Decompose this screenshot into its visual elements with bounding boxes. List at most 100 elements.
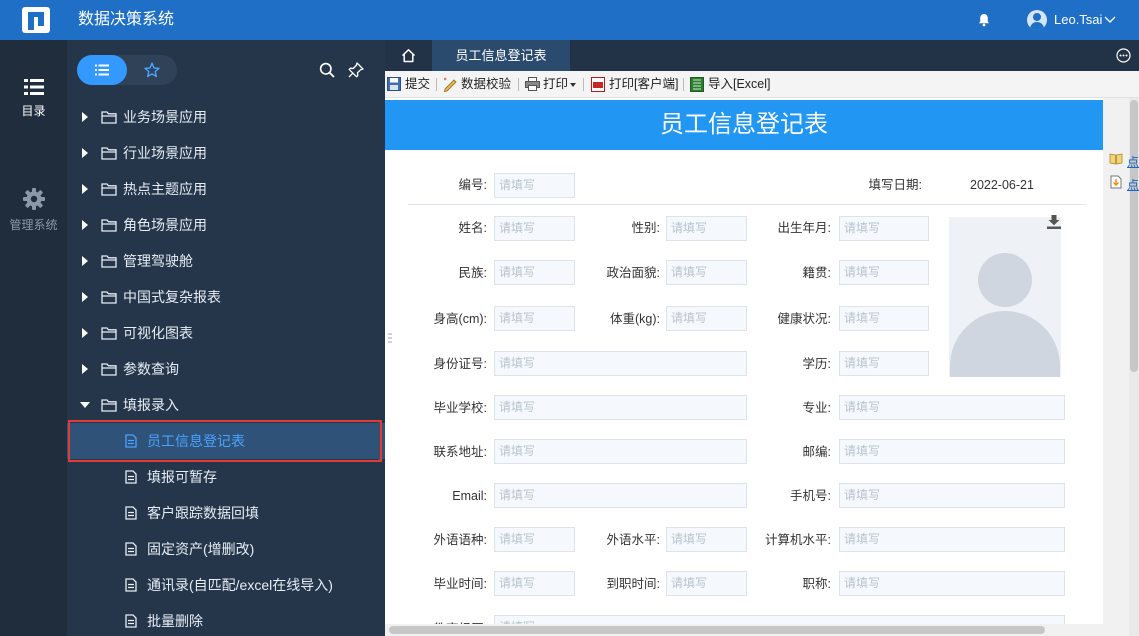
major-field[interactable]: 请填写 xyxy=(839,395,1065,420)
rail-item-catalog[interactable]: 目录 xyxy=(0,78,67,119)
tree-folder[interactable]: 业务场景应用 xyxy=(67,99,385,135)
address-field[interactable]: 请填写 xyxy=(494,439,747,464)
tree-folder[interactable]: 行业场景应用 xyxy=(67,135,385,171)
horizontal-scrollbar[interactable] xyxy=(385,624,1103,636)
tree-item[interactable]: 客户跟踪数据回填 xyxy=(67,495,385,531)
ethnicity-field[interactable]: 请填写 xyxy=(494,260,575,285)
id-number-field[interactable]: 请填写 xyxy=(494,351,747,376)
validate-button[interactable]: 数据校验 xyxy=(443,71,513,98)
height-field[interactable]: 请填写 xyxy=(494,306,575,331)
panel-splitter-handle[interactable] xyxy=(388,332,392,344)
school-field[interactable]: 请填写 xyxy=(494,395,747,420)
pin-icon[interactable] xyxy=(348,62,364,78)
print-button[interactable]: 打印 xyxy=(525,71,577,98)
label-language-level: 外语水平: xyxy=(606,533,660,547)
side-link[interactable]: 点 xyxy=(1127,153,1139,170)
label-computer-level: 计算机水平: xyxy=(765,533,831,547)
political-field[interactable]: 请填写 xyxy=(666,260,747,285)
language-field[interactable]: 请填写 xyxy=(494,527,575,552)
tree-item[interactable]: 填报可暂存 xyxy=(67,459,385,495)
number-field[interactable]: 请填写 xyxy=(494,173,575,198)
gender-field[interactable]: 请填写 xyxy=(666,216,747,241)
star-icon xyxy=(144,62,160,78)
name-field[interactable]: 请填写 xyxy=(494,216,575,241)
tree-folder-label: 参数查询 xyxy=(123,361,179,377)
tree-folder[interactable]: 热点主题应用 xyxy=(67,171,385,207)
more-icon[interactable] xyxy=(1116,48,1131,63)
app-logo[interactable] xyxy=(22,7,50,33)
import-excel-button[interactable]: 导入[Excel] xyxy=(690,71,776,98)
tree-scrollbar[interactable] xyxy=(378,420,382,460)
tab-favorites[interactable] xyxy=(127,55,177,85)
home-icon xyxy=(401,49,416,63)
label-language: 外语语种: xyxy=(433,533,487,547)
label-major: 专业: xyxy=(802,401,831,415)
side-link[interactable]: 点 xyxy=(1127,176,1139,193)
tree-folder-expanded[interactable]: 填报录入 xyxy=(67,387,385,423)
gear-icon xyxy=(22,188,45,210)
list-icon xyxy=(95,64,109,76)
native-place-field[interactable]: 请填写 xyxy=(839,260,929,285)
language-level-field[interactable]: 请填写 xyxy=(666,527,747,552)
label-school: 毕业学校: xyxy=(433,401,487,415)
tree-item-label: 填报可暂存 xyxy=(147,469,217,485)
tree-item-label: 客户跟踪数据回填 xyxy=(147,505,259,521)
photo-placeholder[interactable] xyxy=(949,217,1061,377)
top-bar: 数据决策系统 Leo.Tsai xyxy=(0,0,1139,40)
job-title-field[interactable]: 请填写 xyxy=(839,571,1065,596)
tree-item[interactable]: 固定资产(增删改) xyxy=(67,531,385,567)
home-tab[interactable] xyxy=(385,40,431,71)
tree-folder[interactable]: 管理驾驶舱 xyxy=(67,243,385,279)
document-icon xyxy=(125,614,137,628)
folder-icon xyxy=(101,363,117,376)
label-ethnicity: 民族: xyxy=(458,266,487,280)
grad-time-field[interactable]: 请填写 xyxy=(494,571,575,596)
import-doc-icon xyxy=(1110,175,1122,189)
tree-item-label: 固定资产(增删改) xyxy=(147,541,255,557)
search-icon[interactable] xyxy=(319,62,335,78)
folder-icon xyxy=(101,327,117,340)
birth-field[interactable]: 请填写 xyxy=(839,216,929,241)
chevron-down-icon[interactable] xyxy=(1104,13,1116,25)
horizontal-scrollbar-thumb[interactable] xyxy=(389,626,1045,634)
label-name: 姓名: xyxy=(458,221,487,235)
rail-item-management-label: 管理系统 xyxy=(9,218,58,232)
tree-folder-label: 业务场景应用 xyxy=(123,109,207,125)
rail-item-management[interactable]: 管理系统 xyxy=(0,188,67,233)
tab-employee-registration[interactable]: 员工信息登记表 xyxy=(432,40,570,71)
print-client-button[interactable]: 打印[客户端] xyxy=(591,71,681,98)
tree-folder[interactable]: 中国式复杂报表 xyxy=(67,279,385,315)
directory-tree-panel: 业务场景应用 行业场景应用 热点主题应用 角色场景应用 管理驾驶舱 中国式复杂报… xyxy=(67,40,385,636)
education-field[interactable]: 请填写 xyxy=(839,351,929,376)
join-time-field[interactable]: 请填写 xyxy=(666,571,747,596)
excel-icon xyxy=(690,77,704,92)
submit-button[interactable]: 提交 xyxy=(387,71,431,98)
email-field[interactable]: 请填写 xyxy=(494,483,747,508)
tree-folder[interactable]: 角色场景应用 xyxy=(67,207,385,243)
tree-folder[interactable]: 参数查询 xyxy=(67,351,385,387)
vertical-scrollbar-thumb[interactable] xyxy=(1130,100,1138,372)
validate-pencil-icon xyxy=(443,77,457,92)
tree-tab-switch xyxy=(77,55,177,85)
caret-right-icon xyxy=(82,256,88,266)
tree-item-active[interactable]: 员工信息登记表 xyxy=(67,423,385,459)
dropdown-arrow-icon xyxy=(570,83,576,87)
postcode-field[interactable]: 请填写 xyxy=(839,439,1065,464)
tree-item[interactable]: 批量删除 xyxy=(67,603,385,636)
user-avatar[interactable] xyxy=(1027,10,1047,30)
label-mobile: 手机号: xyxy=(790,489,831,503)
download-icon[interactable] xyxy=(1046,214,1062,230)
folder-icon xyxy=(101,399,117,412)
label-gender: 性别: xyxy=(631,221,660,235)
tree-folder[interactable]: 可视化图表 xyxy=(67,315,385,351)
weight-field[interactable]: 请填写 xyxy=(666,306,747,331)
label-height: 身高(cm): xyxy=(433,312,487,326)
user-name[interactable]: Leo.Tsai xyxy=(1054,0,1102,40)
printer-icon xyxy=(525,77,540,91)
bell-icon[interactable] xyxy=(977,13,991,27)
health-field[interactable]: 请填写 xyxy=(839,306,929,331)
tab-directory[interactable] xyxy=(77,55,127,85)
tree-item[interactable]: 通讯录(自匹配/excel在线导入) xyxy=(67,567,385,603)
computer-level-field[interactable]: 请填写 xyxy=(839,527,1065,552)
mobile-field[interactable]: 请填写 xyxy=(839,483,1065,508)
